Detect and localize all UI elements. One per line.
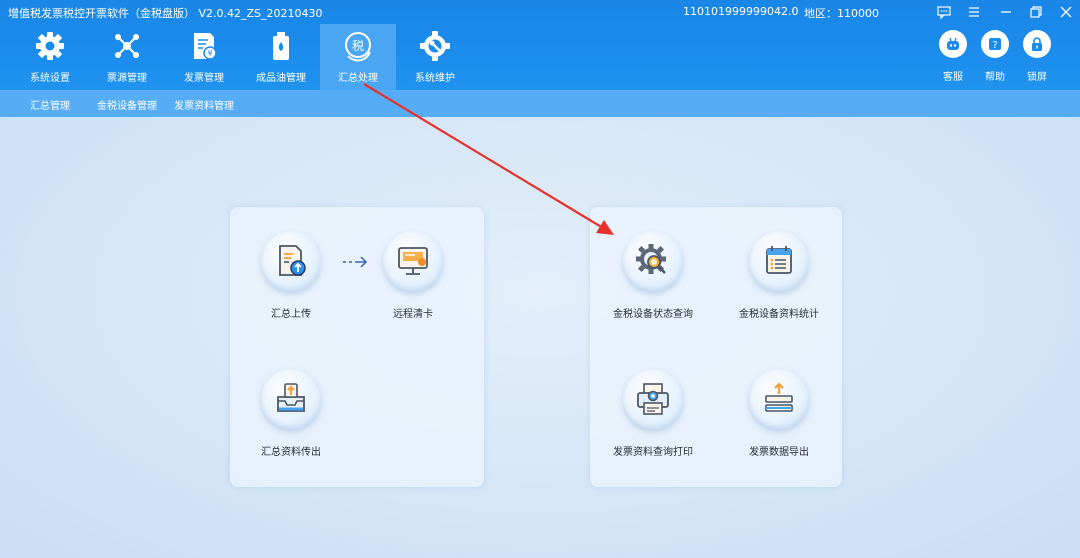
nav-label: 系统维护 [415,73,455,84]
gear-search-icon [636,244,666,274]
subnav-golden-tax-device[interactable]: 金税设备管理 [97,97,157,112]
tile-label: 金税设备状态查询 [613,309,693,320]
calendar-list-icon-wrap [749,231,809,291]
tile-label: 金税设备资料统计 [739,309,819,320]
lock-icon-wrap [1023,30,1051,58]
main-nav: 系统设置 票源管理 ¥ 发票管理 成品油管理 税 汇总处理 系统维护 [12,24,474,90]
invoice-icon: ¥ [194,33,217,60]
nav-system-maintenance[interactable]: 系统维护 [397,24,473,90]
tray-upload-icon [277,383,305,412]
nav-label: 汇总处理 [338,73,378,84]
export-icon-wrap [749,369,809,429]
nav-label: 发票管理 [184,73,224,84]
wrench-gear-icon [420,31,450,61]
minimize-icon[interactable] [994,3,1018,21]
summary-upload-tile[interactable]: 汇总上传 [236,231,346,320]
tool-label: 锁屏 [1027,72,1047,83]
nav-system-settings[interactable]: 系统设置 [12,24,88,90]
sub-toolbar: 汇总管理 金税设备管理 发票资料管理 [0,90,1080,117]
gear-search-icon-wrap [623,231,683,291]
title-bar: 增值税发票税控开票软件（金税盘版） V2.0.42_ZS_20210430 11… [0,0,1080,24]
oil-icon [273,32,289,60]
close-icon[interactable] [1054,3,1078,21]
upload-doc-icon-wrap [261,231,321,291]
export-icon [765,382,793,412]
help-icon-wrap: ? [981,30,1009,58]
nav-label: 票源管理 [107,73,147,84]
customer-service-button[interactable]: 客服 [932,30,974,83]
tile-label: 发票数据导出 [749,447,809,458]
printer-icon [637,383,669,415]
tile-label: 汇总资料传出 [261,447,321,458]
nav-summary-processing[interactable]: 税 汇总处理 [320,24,396,90]
tile-label: 远程清卡 [393,309,433,320]
app-title: 增值税发票税控开票软件（金税盘版） V2.0.42_ZS_20210430 [8,7,323,20]
tool-label: 帮助 [985,72,1005,83]
printer-icon-wrap [623,369,683,429]
main-area: 汇总上传 远程清卡 汇总资料传出 金税设备状态查询 金税设备资料统计 发票资料查… [0,117,1080,558]
summary-panel: 汇总上传 远程清卡 汇总资料传出 [230,207,484,487]
robot-icon-wrap [939,30,967,58]
svg-text:¥: ¥ [207,49,212,58]
nav-invoice-management[interactable]: ¥ 发票管理 [166,24,242,90]
tile-label: 发票资料查询打印 [613,447,693,458]
invoice-data-export-tile[interactable]: 发票数据导出 [724,369,834,458]
menu-icon[interactable] [962,3,986,21]
lock-screen-button[interactable]: 锁屏 [1016,30,1058,83]
device-status-query-tile[interactable]: 金税设备状态查询 [598,231,708,320]
restore-icon[interactable] [1024,3,1048,21]
device-panel: 金税设备状态查询 金税设备资料统计 发票资料查询打印 发票数据导出 [590,207,842,487]
monitor-icon [398,247,428,275]
header-tools: 客服 ? 帮助 锁屏 [932,30,1058,83]
nav-label: 系统设置 [30,73,70,84]
gear-icon [36,32,64,60]
network-icon [115,34,139,58]
app-header: 增值税发票税控开票软件（金税盘版） V2.0.42_ZS_20210430 11… [0,0,1080,90]
svg-text:税: 税 [352,39,364,53]
help-button[interactable]: ? 帮助 [974,30,1016,83]
device-data-stats-tile[interactable]: 金税设备资料统计 [724,231,834,320]
subnav-invoice-data[interactable]: 发票资料管理 [174,97,234,112]
subnav-summary-management[interactable]: 汇总管理 [30,97,70,112]
nav-ticket-source[interactable]: 票源管理 [89,24,165,90]
invoice-query-print-tile[interactable]: 发票资料查询打印 [598,369,708,458]
message-icon[interactable] [932,3,956,21]
robot-icon [947,37,959,50]
tray-upload-icon-wrap [261,369,321,429]
nav-oil-management[interactable]: 成品油管理 [243,24,319,90]
tool-label: 客服 [943,72,963,83]
remote-clear-card-tile[interactable]: 远程清卡 [358,231,468,320]
calendar-list-icon [766,246,792,274]
tax-id: 110101999999042.0 [683,5,799,18]
lock-icon [1032,37,1042,51]
nav-label: 成品油管理 [256,73,306,84]
svg-text:?: ? [992,40,997,51]
upload-document-icon [279,245,306,276]
region-code: 地区：110000 [804,7,879,20]
tile-label: 汇总上传 [271,309,311,320]
summary-data-export-tile[interactable]: 汇总资料传出 [236,369,346,458]
help-icon: ? [989,38,1001,51]
tax-summary-icon: 税 [345,32,371,62]
monitor-icon-wrap [383,231,443,291]
